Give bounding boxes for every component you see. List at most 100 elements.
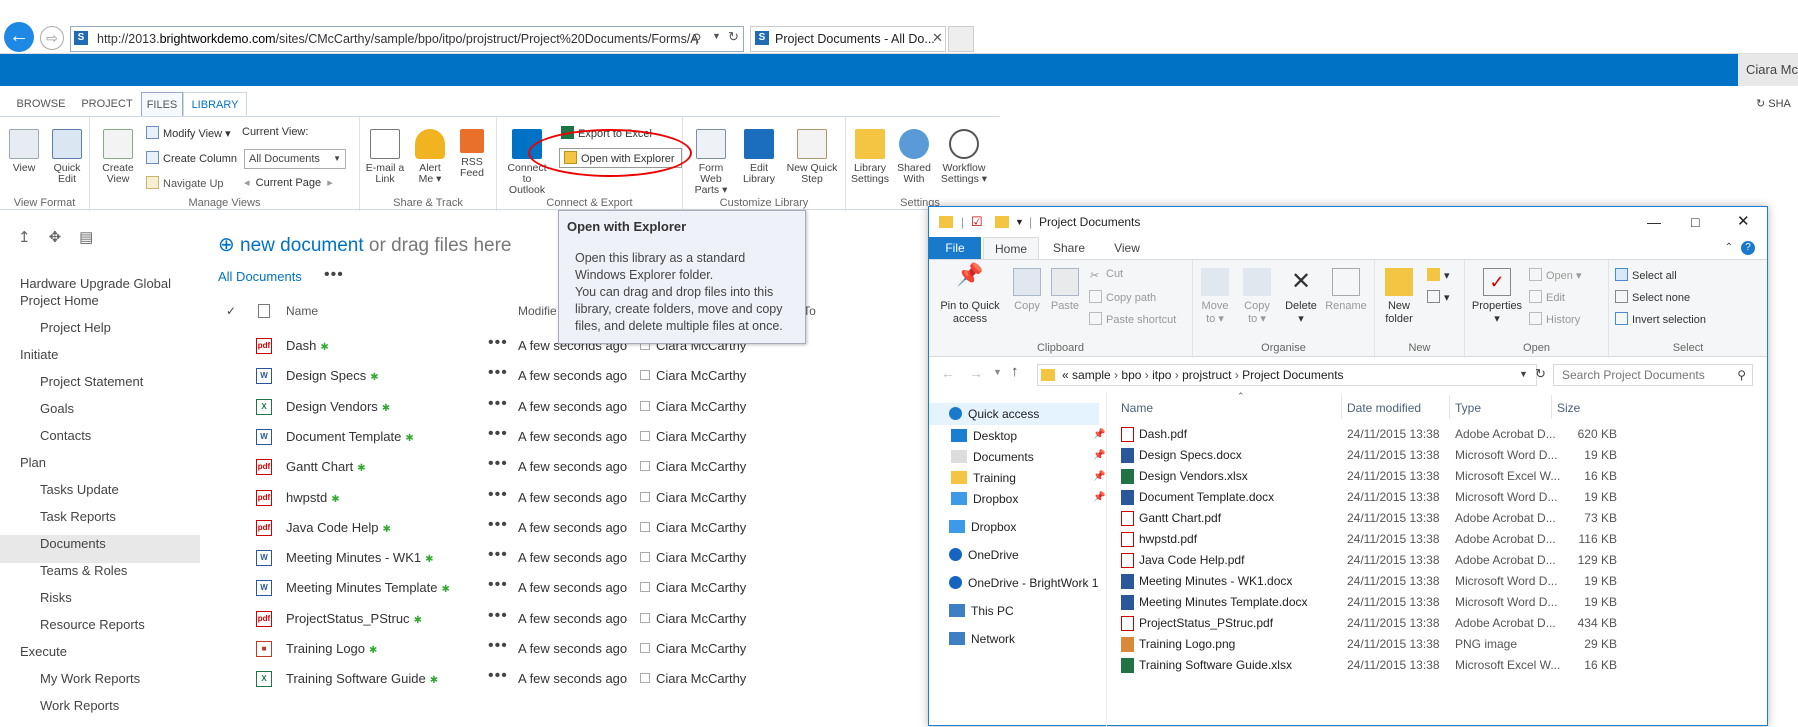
refresh-icon[interactable]: ↻ [728, 29, 739, 45]
rename-button[interactable]: Rename [1323, 268, 1369, 313]
document-name[interactable]: Java Code Help ✱ [286, 520, 391, 535]
document-row[interactable]: pdf hwpstd ✱ ••• A few seconds ago Ciara McCa… [0, 486, 900, 520]
path-segment[interactable]: bpo [1121, 368, 1141, 382]
file-row[interactable]: Dash.pdf 24/11/2015 13:38 Adobe Acrobat D.… [1107, 427, 1767, 447]
properties-button[interactable]: ✓ Properties ▾ [1469, 268, 1525, 326]
edit-library-button[interactable]: Edit Library [739, 129, 779, 185]
select-all-button[interactable]: Select all [1615, 268, 1677, 282]
column-divider[interactable] [1341, 395, 1342, 419]
path-segment[interactable]: projstruct [1182, 368, 1231, 382]
new-folder-icon[interactable] [995, 216, 1009, 228]
menu-share[interactable]: Share [1041, 237, 1097, 259]
forward-arrow-icon[interactable]: → [969, 365, 983, 381]
select-none-button[interactable]: Select none [1615, 290, 1690, 304]
column-divider[interactable] [1449, 395, 1450, 419]
sync-icon[interactable]: ↥ [18, 229, 49, 246]
close-tab-icon[interactable]: ✕ [932, 30, 943, 46]
tree-item[interactable]: Dropbox [951, 492, 1018, 506]
path-segment[interactable]: sample [1072, 368, 1111, 382]
new-folder-button[interactable]: New folder [1379, 268, 1419, 326]
rss-feed-button[interactable]: RSS Feed [452, 129, 492, 179]
file-row[interactable]: Meeting Minutes - WK1.docx 24/11/2015 13:… [1107, 574, 1767, 594]
nav-item[interactable]: Project Home [20, 293, 99, 308]
history-button[interactable]: History [1529, 312, 1580, 326]
refresh-icon[interactable]: ↻ [1535, 366, 1546, 382]
file-row[interactable]: Training Software Guide.xlsx 24/11/2015 1… [1107, 658, 1767, 678]
tree-item[interactable]: OneDrive - BrightWork 1 [949, 576, 1098, 590]
help-icon[interactable]: ? [1741, 241, 1755, 255]
column-header[interactable]: Size [1557, 401, 1580, 415]
document-row[interactable]: W Design Specs ✱ ••• A few seconds ago Ciara … [0, 364, 900, 398]
move-to-button[interactable]: Move to ▾ [1197, 268, 1233, 326]
item-menu-ellipsis[interactable]: ••• [488, 637, 508, 655]
document-row[interactable]: pdf Java Code Help ✱ ••• A few seconds ago Ci… [0, 516, 900, 550]
view-more-ellipsis[interactable]: ••• [324, 266, 344, 284]
recent-locations-icon[interactable]: ▼ [993, 367, 1002, 377]
view-button[interactable]: View [6, 129, 42, 174]
modify-view-button[interactable]: Modify View ▾ [146, 126, 231, 140]
modified-by[interactable]: Ciara McCarthy [656, 641, 746, 656]
document-name[interactable]: Design Vendors ✱ [286, 399, 390, 414]
document-name[interactable]: Gantt Chart ✱ [286, 459, 366, 474]
modified-by[interactable]: Ciara McCarthy [656, 520, 746, 535]
pin-quick-access-button[interactable]: 📌 Pin to Quick access [935, 264, 1005, 326]
tree-item[interactable]: OneDrive [949, 548, 1019, 562]
document-name[interactable]: ProjectStatus_PStruc ✱ [286, 611, 422, 626]
properties-check-icon[interactable]: ☑ [971, 207, 983, 237]
document-row[interactable]: pdf Gantt Chart ✱ ••• A few seconds ago Ciara… [0, 455, 900, 489]
menu-file[interactable]: File [929, 237, 981, 259]
modified-by[interactable]: Ciara McCarthy [656, 429, 746, 444]
easy-access-button[interactable]: ▾ [1427, 290, 1450, 304]
new-item-button[interactable]: ▾ [1427, 268, 1450, 282]
view-all-documents[interactable]: All Documents [218, 269, 302, 284]
move-icon[interactable]: ✥ [49, 229, 80, 246]
search-icon[interactable]: ⚲ [692, 31, 702, 47]
tree-item[interactable]: Desktop [951, 429, 1017, 443]
document-row[interactable]: W Meeting Minutes Template ✱ ••• A few secon… [0, 576, 900, 610]
forward-button[interactable]: ⇨ [40, 26, 64, 50]
create-column-button[interactable]: Create Column [146, 151, 237, 165]
menu-view[interactable]: View [1099, 237, 1155, 259]
modified-by[interactable]: Ciara McCarthy [656, 459, 746, 474]
cut-button[interactable]: ✂ Cut [1089, 268, 1123, 282]
minimize-icon[interactable]: — [1647, 207, 1661, 237]
document-row[interactable]: ■ Training Logo ✱ ••• A few seconds ago Ciara… [0, 637, 900, 671]
column-header[interactable]: Date modified [1347, 401, 1421, 415]
library-settings-button[interactable]: Library Settings [848, 129, 892, 185]
collapse-ribbon-icon[interactable]: ⌃ [1719, 237, 1739, 259]
tree-item[interactable]: Training [951, 471, 1016, 485]
alert-me-button[interactable]: Alert Me ▾ [410, 129, 450, 185]
item-menu-ellipsis[interactable]: ••• [488, 576, 508, 594]
path-segment[interactable]: itpo [1152, 368, 1171, 382]
address-bar[interactable]: http://2013.brightworkdemo.com/sites/CMc… [70, 26, 744, 52]
path-segment[interactable]: « [1062, 368, 1069, 382]
item-menu-ellipsis[interactable]: ••• [488, 516, 508, 534]
page-icon[interactable]: ▤ [79, 229, 111, 246]
document-row[interactable]: W Meeting Minutes - WK1 ✱ ••• A few seconds … [0, 546, 900, 580]
back-button[interactable]: ← [4, 22, 34, 52]
item-menu-ellipsis[interactable]: ••• [488, 364, 508, 382]
item-menu-ellipsis[interactable]: ••• [488, 486, 508, 504]
modified-by[interactable]: Ciara McCarthy [656, 368, 746, 383]
dropdown-arrow-icon[interactable]: ▼ [712, 31, 721, 41]
current-page-pager[interactable]: ◂ Current Page ▸ [244, 176, 333, 189]
open-button[interactable]: Open ▾ [1529, 268, 1582, 282]
document-row[interactable]: X Design Vendors ✱ ••• A few seconds ago Ciar… [0, 395, 900, 429]
tree-item[interactable]: Quick access [949, 407, 1039, 421]
file-row[interactable]: Java Code Help.pdf 24/11/2015 13:38 Adobe … [1107, 553, 1767, 573]
edit-button[interactable]: Edit [1529, 290, 1565, 304]
document-name[interactable]: Training Software Guide ✱ [286, 671, 438, 686]
modified-by[interactable]: Ciara McCarthy [656, 580, 746, 595]
file-row[interactable]: Meeting Minutes Template.docx 24/11/2015 … [1107, 595, 1767, 615]
menu-home[interactable]: Home [983, 237, 1039, 259]
file-row[interactable]: Design Vendors.xlsx 24/11/2015 13:38 Micro… [1107, 469, 1767, 489]
navigate-up-button[interactable]: Navigate Up [146, 176, 224, 190]
column-header-modified[interactable]: Modifie [518, 304, 557, 318]
modified-by[interactable]: Ciara McCarthy [656, 550, 746, 565]
document-name[interactable]: Meeting Minutes - WK1 ✱ [286, 550, 434, 565]
column-divider[interactable] [1551, 395, 1552, 419]
document-name[interactable]: Document Template ✱ [286, 429, 414, 444]
document-name[interactable]: Meeting Minutes Template ✱ [286, 580, 450, 595]
item-menu-ellipsis[interactable]: ••• [488, 667, 508, 685]
new-tab-button[interactable] [948, 26, 974, 52]
